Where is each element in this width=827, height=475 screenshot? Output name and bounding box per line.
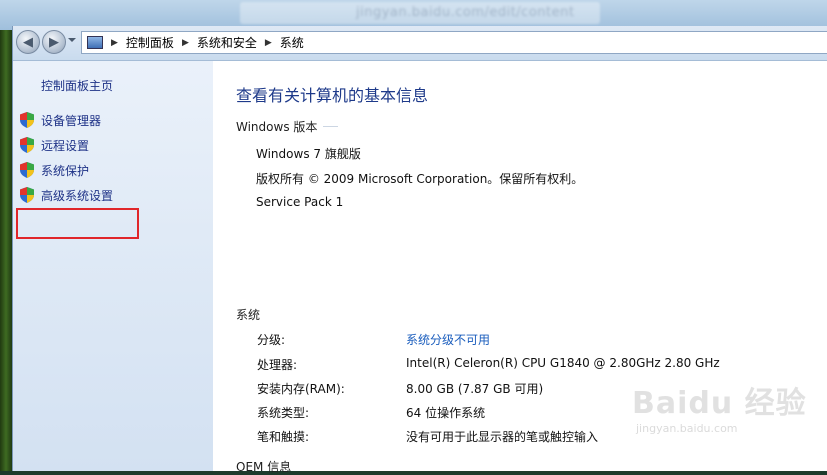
ram-value: 8.00 GB (7.87 GB 可用) [406, 382, 544, 396]
service-pack-text: Service Pack 1 [256, 195, 344, 209]
windows-edition-heading: Windows 版本 [236, 118, 339, 135]
sidebar-item-label: 设备管理器 [41, 113, 102, 128]
baidu-watermark: Baidu 经验 jingyan.baidu.com [632, 378, 822, 458]
back-arrow-icon: ◀ [23, 34, 33, 50]
sidebar-item-advanced-settings[interactable]: 高级系统设置 [20, 185, 113, 205]
recent-pages-dropdown-icon[interactable] [68, 38, 76, 42]
chevron-right-icon[interactable]: ▶ [265, 38, 272, 48]
rating-unavailable-link[interactable]: 系统分级不可用 [406, 331, 490, 348]
processor-value: Intel(R) Celeron(R) CPU G1840 @ 2.80GHz … [406, 356, 720, 370]
section-divider [323, 126, 339, 127]
sidebar-item-remote-settings[interactable]: 远程设置 [20, 135, 89, 155]
breadcrumb-system-security[interactable]: 系统和安全 [197, 34, 257, 51]
shield-icon [20, 137, 34, 153]
sidebar-item-label: 远程设置 [41, 138, 90, 153]
pen-touch-value: 没有可用于此显示器的笔或触控输入 [406, 430, 599, 444]
sidebar: 控制面板主页 设备管理器 远程设置 系统保护 高级系统设置 [13, 61, 213, 471]
watermark-logo: Baidu 经验 [632, 386, 807, 421]
shield-icon [20, 187, 34, 203]
copyright-text: 版权所有 © 2009 Microsoft Corporation。保留所有权利… [256, 172, 584, 186]
system-heading: 系统 [236, 306, 266, 323]
chevron-right-icon[interactable]: ▶ [111, 38, 118, 48]
breadcrumb-control-panel[interactable]: 控制面板 [126, 34, 174, 51]
shield-icon [20, 112, 34, 128]
desktop-edge [0, 30, 12, 471]
breadcrumb[interactable]: ▶ 控制面板 ▶ 系统和安全 ▶ 系统 [81, 31, 827, 54]
page-title: 查看有关计算机的基本信息 [236, 86, 429, 105]
section-heading-text: Windows 版本 [236, 120, 318, 134]
processor-label: 处理器: [257, 358, 298, 372]
sidebar-home-link[interactable]: 控制面板主页 [41, 77, 113, 94]
background-url-text: jingyan.baidu.com/edit/content [356, 5, 575, 20]
rating-label: 分级: [257, 333, 286, 347]
highlight-annotation-box [16, 208, 139, 239]
sidebar-item-system-protection[interactable]: 系统保护 [20, 160, 89, 180]
sidebar-item-label: 高级系统设置 [41, 188, 114, 203]
section-heading-text: 系统 [236, 308, 261, 322]
sidebar-item-label: 系统保护 [41, 163, 90, 178]
shield-icon [20, 162, 34, 178]
system-type-label: 系统类型: [257, 406, 310, 420]
back-button[interactable]: ◀ [16, 30, 40, 54]
control-panel-icon [87, 36, 103, 49]
ram-label: 安装内存(RAM): [257, 382, 345, 396]
breadcrumb-system[interactable]: 系统 [280, 34, 304, 51]
sidebar-item-device-manager[interactable]: 设备管理器 [20, 110, 101, 130]
address-bar: ◀ ▶ ▶ 控制面板 ▶ 系统和安全 ▶ 系统 [13, 26, 827, 61]
chevron-right-icon[interactable]: ▶ [182, 38, 189, 48]
windows-edition-text: Windows 7 旗舰版 [256, 147, 361, 161]
forward-arrow-icon: ▶ [49, 34, 59, 50]
watermark-url: jingyan.baidu.com [636, 422, 738, 435]
pen-touch-label: 笔和触摸: [257, 430, 310, 444]
oem-heading: OEM 信息 [236, 460, 292, 474]
forward-button[interactable]: ▶ [42, 30, 66, 54]
system-type-value: 64 位操作系统 [406, 406, 486, 420]
